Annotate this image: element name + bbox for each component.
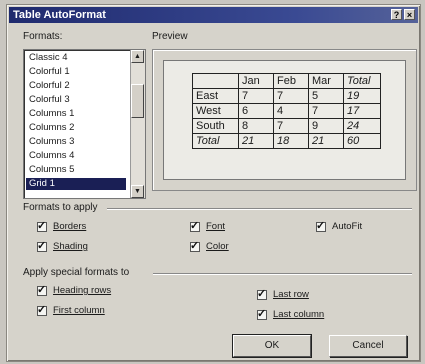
first-column-label: First column xyxy=(53,305,105,316)
last-row-label: Last row xyxy=(273,289,309,300)
preview-cell: 7 xyxy=(273,88,309,104)
font-label: Font xyxy=(206,221,226,232)
format-list-item[interactable]: Columns 2 xyxy=(26,122,126,134)
preview-cell: East xyxy=(192,88,239,104)
preview-cell: Total xyxy=(343,73,381,89)
heading-rows-label: Heading rows xyxy=(53,285,112,296)
check-icon: ✓ xyxy=(316,220,326,232)
formats-listbox[interactable]: Classic 4 Colorful 1 Colorful 2 Colorful 3 C… xyxy=(23,49,146,199)
scroll-thumb[interactable] xyxy=(131,84,144,118)
preview-row: East 7 7 5 19 xyxy=(192,88,381,104)
preview-cell: 8 xyxy=(238,118,274,134)
preview-row: Total 21 18 21 60 xyxy=(192,133,381,149)
shading-checkbox[interactable]: ✓ Shading xyxy=(37,240,88,253)
shading-label: Shading xyxy=(53,241,88,252)
format-list-item[interactable]: Columns 4 xyxy=(26,150,126,162)
preview-cell xyxy=(192,73,239,89)
format-list-item[interactable]: Grid 1 xyxy=(26,178,126,190)
format-list-item[interactable]: Colorful 1 xyxy=(26,66,126,78)
table-autoformat-dialog: Table AutoFormat ? × Formats: Classic 4C… xyxy=(6,4,421,362)
preview-cell: 18 xyxy=(273,133,309,149)
preview-row: West 6 4 7 17 xyxy=(192,103,381,119)
preview-cell: 7 xyxy=(273,118,309,134)
preview-cell: 4 xyxy=(273,103,309,119)
autofit-label: AutoFit xyxy=(332,221,363,232)
preview-cell: Mar xyxy=(308,73,344,89)
group-divider xyxy=(107,208,412,210)
format-list-item[interactable]: Columns 1 xyxy=(26,108,126,120)
check-icon: ✓ xyxy=(37,284,47,296)
preview-frame: Jan Feb Mar Total East 7 7 5 19 West 6 4 7 17 South 8 7 9… xyxy=(152,49,417,191)
preview-cell: 19 xyxy=(343,88,381,104)
format-list-item[interactable]: Columns 3 xyxy=(26,136,126,148)
preview-cell: 5 xyxy=(308,88,344,104)
preview-cell: 7 xyxy=(238,88,274,104)
cancel-button[interactable]: Cancel xyxy=(329,335,407,357)
format-list-item[interactable]: Colorful 2 xyxy=(26,80,126,92)
preview-cell: Jan xyxy=(238,73,274,89)
formats-scrollbar[interactable]: ▲ ▼ xyxy=(130,50,145,198)
format-list-item[interactable]: Classic 4 xyxy=(26,52,126,64)
font-checkbox[interactable]: ✓ Font xyxy=(190,220,225,233)
borders-checkbox[interactable]: ✓ Borders xyxy=(37,220,86,233)
help-button[interactable]: ? xyxy=(391,9,402,20)
preview-cell: 60 xyxy=(343,133,381,149)
ok-button[interactable]: OK xyxy=(232,334,312,358)
dialog-title: Table AutoFormat xyxy=(13,9,106,21)
preview-cell: Total xyxy=(192,133,239,149)
check-icon: ✓ xyxy=(37,240,47,252)
check-icon: ✓ xyxy=(257,308,267,320)
format-list-item[interactable]: Colorful 3 xyxy=(26,94,126,106)
check-icon: ✓ xyxy=(37,304,47,316)
autofit-checkbox[interactable]: ✓ AutoFit xyxy=(316,220,362,233)
heading-rows-checkbox[interactable]: ✓ Heading rows xyxy=(37,284,111,297)
preview-label: Preview xyxy=(152,31,188,42)
last-column-checkbox[interactable]: ✓ Last column xyxy=(257,308,324,321)
borders-label: Borders xyxy=(53,221,87,232)
color-label: Color xyxy=(206,241,229,252)
check-icon: ✓ xyxy=(190,220,200,232)
preview-cell: 6 xyxy=(238,103,274,119)
preview-area: Jan Feb Mar Total East 7 7 5 19 West 6 4 7 17 South 8 7 9… xyxy=(163,60,406,180)
special-formats-label: Apply special formats to xyxy=(23,267,130,278)
preview-cell: 21 xyxy=(308,133,344,149)
group-divider xyxy=(153,273,412,275)
first-column-checkbox[interactable]: ✓ First column xyxy=(37,304,105,317)
check-icon: ✓ xyxy=(37,220,47,232)
check-icon: ✓ xyxy=(190,240,200,252)
preview-cell: South xyxy=(192,118,239,134)
preview-table: Jan Feb Mar Total East 7 7 5 19 West 6 4 7 17 South 8 7 9… xyxy=(192,73,381,149)
format-list-item[interactable]: Columns 5 xyxy=(26,164,126,176)
preview-cell: 17 xyxy=(343,103,381,119)
preview-cell: Feb xyxy=(273,73,309,89)
preview-cell: West xyxy=(192,103,239,119)
preview-cell: 24 xyxy=(343,118,381,134)
preview-row: Jan Feb Mar Total xyxy=(192,73,381,89)
preview-row: South 8 7 9 24 xyxy=(192,118,381,134)
last-row-checkbox[interactable]: ✓ Last row xyxy=(257,288,309,301)
title-bar: Table AutoFormat ? × xyxy=(9,7,418,23)
color-checkbox[interactable]: ✓ Color xyxy=(190,240,229,253)
formats-label: Formats: xyxy=(23,31,63,42)
scroll-down-arrow-icon[interactable]: ▼ xyxy=(131,185,144,198)
scroll-up-arrow-icon[interactable]: ▲ xyxy=(131,50,144,63)
last-column-label: Last column xyxy=(273,309,325,320)
check-icon: ✓ xyxy=(257,288,267,300)
preview-cell: 7 xyxy=(308,103,344,119)
preview-cell: 21 xyxy=(238,133,274,149)
preview-cell: 9 xyxy=(308,118,344,134)
close-button[interactable]: × xyxy=(404,9,415,20)
formats-to-apply-label: Formats to apply xyxy=(23,202,98,213)
